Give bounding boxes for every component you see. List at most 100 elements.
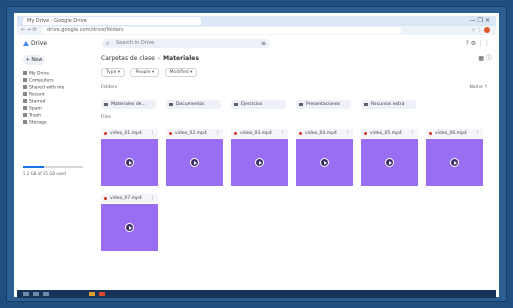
browser-tab[interactable]: My Drive - Google Drive: [23, 17, 201, 25]
sidebar-item-spam[interactable]: Spam: [23, 106, 42, 113]
folder-icon: [234, 103, 238, 106]
video-thumbnail[interactable]: [101, 204, 158, 251]
folder-name: Recursos extra: [371, 102, 405, 107]
taskbar-app-icon[interactable]: [89, 292, 95, 296]
trash-icon: [23, 113, 27, 117]
folder-icon: [169, 103, 173, 106]
view-info-icons[interactable]: ▦ ⓘ: [478, 55, 492, 63]
address-bar: ← → ⟳ drive.google.com/drive/folders ☆ ⋮: [17, 26, 496, 35]
sidebar-item-trash[interactable]: Trash: [23, 113, 41, 120]
folder-item[interactable]: Documentos: [166, 100, 221, 109]
filter-people[interactable]: People ▾: [130, 68, 160, 77]
video-thumbnail[interactable]: [296, 139, 353, 186]
os-taskbar: [17, 290, 496, 298]
more-options-icon[interactable]: ⋮: [346, 129, 351, 138]
folder-item[interactable]: Ejercicios: [231, 100, 286, 109]
start-icon[interactable]: [23, 292, 29, 296]
folder-item[interactable]: Recursos extra: [361, 100, 416, 109]
file-card[interactable]: video_01.mp4 ⋮: [101, 129, 158, 186]
more-options-icon[interactable]: ⋮: [151, 194, 156, 203]
browser-actions[interactable]: ☆ ⋮: [471, 27, 490, 35]
sidebar-item-computers[interactable]: Computers: [23, 78, 54, 85]
file-name: video_02.mp4: [175, 131, 207, 136]
play-icon[interactable]: [125, 158, 134, 167]
window-controls[interactable]: — ❐ ✕: [470, 18, 490, 24]
file-card-header: video_05.mp4 ⋮: [361, 129, 418, 138]
taskbar-app-icon[interactable]: [43, 292, 49, 296]
folders-heading: Folders: [101, 85, 118, 90]
sidebar-item-storage[interactable]: Storage: [23, 120, 47, 127]
video-file-icon: [299, 132, 302, 135]
drive-logo[interactable]: Drive: [23, 40, 47, 47]
profile-avatar-icon[interactable]: [484, 27, 490, 33]
filter-modified[interactable]: Modified ▾: [164, 68, 198, 77]
url-field[interactable]: drive.google.com/drive/folders: [41, 27, 401, 34]
computer-icon: [23, 78, 27, 82]
play-icon[interactable]: [125, 223, 134, 232]
play-icon[interactable]: [255, 158, 264, 167]
sort-control[interactable]: Name ↑: [470, 85, 488, 90]
files-heading: Files: [101, 115, 111, 120]
more-options-icon[interactable]: ⋮: [151, 129, 156, 138]
filter-icon[interactable]: ≡: [261, 39, 266, 48]
folder-name: Documentos: [176, 102, 205, 107]
file-card[interactable]: video_06.mp4 ⋮: [426, 129, 483, 186]
more-options-icon[interactable]: ⋮: [476, 129, 481, 138]
folder-item[interactable]: Presentaciones: [296, 100, 351, 109]
search-placeholder: Search in Drive: [116, 40, 155, 46]
video-file-icon: [234, 132, 237, 135]
app-header: Drive ⌕ Search in Drive ≡ ? ⚙ ⋮⋮: [17, 35, 496, 51]
drive-icon: [23, 71, 27, 75]
play-icon[interactable]: [385, 158, 394, 167]
taskbar-app-icon[interactable]: [99, 292, 105, 296]
video-thumbnail[interactable]: [231, 139, 288, 186]
sidebar-item-label: Shared with me: [29, 85, 65, 91]
play-icon[interactable]: [190, 158, 199, 167]
sidebar-item-label: My Drive: [29, 71, 49, 77]
video-thumbnail[interactable]: [426, 139, 483, 186]
logo-text: Drive: [31, 40, 47, 47]
more-options-icon[interactable]: ⋮: [411, 129, 416, 138]
sidebar-item-recent[interactable]: Recent: [23, 92, 45, 99]
new-button[interactable]: + New: [23, 55, 45, 65]
sidebar-item-shared[interactable]: Shared with me: [23, 85, 64, 92]
play-icon[interactable]: [450, 158, 459, 167]
video-thumbnail[interactable]: [166, 139, 223, 186]
file-card[interactable]: video_04.mp4 ⋮: [296, 129, 353, 186]
header-actions[interactable]: ? ⚙ ⋮⋮: [466, 40, 490, 47]
breadcrumb-separator-icon: ›: [157, 55, 161, 62]
breadcrumb-parent[interactable]: Carpetas de clase: [101, 55, 155, 62]
main-content: Carpetas de clase › Materiales ▦ ⓘ Type ▾ …: [99, 51, 496, 294]
sidebar-item-label: Trash: [29, 113, 41, 119]
file-name: video_03.mp4: [240, 131, 272, 136]
file-card[interactable]: video_05.mp4 ⋮: [361, 129, 418, 186]
filter-type[interactable]: Type ▾: [101, 68, 126, 77]
video-file-icon: [364, 132, 367, 135]
sidebar-item-label: Spam: [29, 106, 42, 112]
breadcrumb: Carpetas de clase › Materiales: [101, 55, 199, 63]
taskbar-app-icon[interactable]: [33, 292, 39, 296]
video-thumbnail[interactable]: [101, 139, 158, 186]
file-name: video_01.mp4: [110, 131, 142, 136]
sidebar-item-starred[interactable]: Starred: [23, 99, 46, 106]
more-options-icon[interactable]: ⋮: [216, 129, 221, 138]
cloud-icon: [23, 120, 27, 124]
breadcrumb-current[interactable]: Materiales: [163, 55, 199, 62]
file-card[interactable]: video_07.mp4 ⋮: [101, 194, 158, 251]
people-icon: [23, 85, 27, 89]
video-thumbnail[interactable]: [361, 139, 418, 186]
folder-name: Ejercicios: [241, 102, 263, 107]
video-file-icon: [104, 132, 107, 135]
play-icon[interactable]: [320, 158, 329, 167]
search-input[interactable]: ⌕ Search in Drive ≡: [102, 39, 270, 48]
folder-item[interactable]: Materiales de...: [101, 100, 156, 109]
file-card[interactable]: video_03.mp4 ⋮: [231, 129, 288, 186]
file-card[interactable]: video_02.mp4 ⋮: [166, 129, 223, 186]
storage-bar: [23, 166, 83, 168]
more-options-icon[interactable]: ⋮: [281, 129, 286, 138]
sidebar: + New My Drive Computers Shared with me …: [17, 51, 97, 294]
back-forward-icons[interactable]: ← → ⟳: [21, 27, 37, 34]
sidebar-item-my-drive[interactable]: My Drive: [23, 71, 49, 78]
file-card-header: video_01.mp4 ⋮: [101, 129, 158, 138]
search-icon: ⌕: [106, 40, 110, 47]
